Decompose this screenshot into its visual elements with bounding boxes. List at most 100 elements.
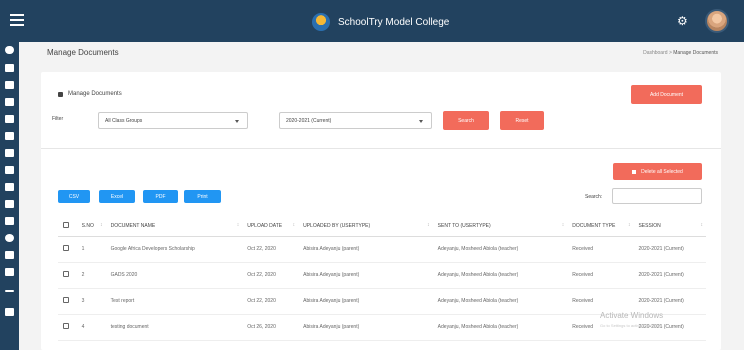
cell-upload-date: Oct 22, 2020	[242, 262, 299, 289]
cell-sno: 1	[76, 236, 106, 263]
column-header[interactable]: SESSION ↕	[633, 216, 706, 237]
cloud-icon[interactable]	[5, 46, 14, 54]
column-header[interactable]: DOCUMENT TYPE ↕	[567, 216, 634, 237]
search-button[interactable]: Search	[443, 111, 489, 130]
trash-icon	[632, 169, 637, 174]
avatar[interactable]	[705, 9, 729, 33]
cell-uploaded-by: Abisira Adeyanju (parent)	[298, 262, 433, 289]
class-group-value: All Class Groups	[105, 117, 143, 124]
top-bar: SchoolTry Model College ⚙	[0, 0, 744, 42]
table-row[interactable]: 1 Google Africa Developers Scholarship O…	[58, 236, 706, 263]
cell-document-name[interactable]: testing document	[105, 314, 243, 341]
users-icon[interactable]	[5, 81, 14, 89]
column-header[interactable]: UPLOADED BY (USERTYPE) ↕	[298, 216, 433, 237]
book-icon[interactable]	[5, 115, 14, 123]
table-header-row: S.NO ↕ DOCUMENT NAME ↕ UPLOAD DATE ↕ UPLOAD…	[58, 216, 706, 237]
row-checkbox[interactable]	[63, 271, 69, 277]
card-icon[interactable]	[5, 217, 14, 225]
cell-upload-date: Oct 22, 2020	[242, 288, 299, 315]
chevron-down-icon	[419, 120, 423, 123]
cell-session: 2020-2021 (Current)	[633, 262, 706, 289]
search-label: Search:	[585, 194, 603, 200]
cell-upload-date: Oct 26, 2020	[242, 314, 299, 341]
select-all-cell	[58, 216, 77, 237]
table-row[interactable]: 2 GADS 2020 Oct 22, 2020 Abisira Adeyanj…	[58, 262, 706, 289]
card-title: Manage Documents	[58, 91, 122, 97]
cell-uploaded-by: Abisira Adeyanju (parent)	[298, 288, 433, 315]
column-header[interactable]: UPLOAD DATE ↕	[242, 216, 299, 237]
app-title: SchoolTry Model College	[338, 16, 450, 28]
delete-all-label: Delete all Selected	[641, 168, 683, 175]
breadcrumb-home[interactable]: Dashboard	[643, 50, 667, 56]
cell-sent-to: Adeyanju, Mosheed Abiola (teacher)	[432, 288, 568, 315]
book-icon[interactable]	[5, 149, 14, 157]
cell-sent-to: Adeyanju, Mosheed Abiola (teacher)	[432, 314, 568, 341]
mail-icon[interactable]	[5, 308, 14, 316]
session-value: 2020-2021 (Current)	[286, 117, 332, 124]
cell-uploaded-by: Abisira Adeyanju (parent)	[298, 314, 433, 341]
file-icon[interactable]	[5, 200, 14, 208]
search-input[interactable]	[612, 188, 702, 204]
activate-windows-watermark: Activate Windows	[600, 311, 664, 320]
excel-button[interactable]: Excel	[99, 190, 135, 203]
sort-icon: ↕	[236, 222, 240, 228]
activate-windows-subtext: Go to Settings to activate Windows.	[600, 323, 664, 328]
cell-document-name[interactable]: Test report	[105, 288, 243, 315]
cell-document-name[interactable]: Google Africa Developers Scholarship	[105, 236, 243, 263]
school-logo	[312, 13, 330, 31]
add-document-button[interactable]: Add Document	[631, 85, 702, 104]
row-checkbox[interactable]	[63, 297, 69, 303]
cell-document-type: Received	[567, 236, 634, 263]
hat-icon[interactable]	[5, 98, 14, 106]
doc-icon[interactable]	[5, 251, 14, 259]
cell-sent-to: Adeyanju, Mosheed Abiola (teacher)	[432, 236, 568, 263]
documents-table: S.NO ↕ DOCUMENT NAME ↕ UPLOAD DATE ↕ UPLOAD…	[58, 216, 706, 341]
sort-icon: ↕	[700, 222, 704, 228]
user-icon[interactable]	[5, 183, 14, 191]
cell-sno: 2	[76, 262, 106, 289]
user-icon[interactable]	[5, 64, 14, 72]
cell-document-name[interactable]: GADS 2020	[105, 262, 243, 289]
row-select-cell	[58, 314, 77, 341]
info-icon[interactable]	[5, 234, 14, 242]
sidebar	[0, 42, 19, 350]
hamburger-icon[interactable]	[10, 14, 24, 26]
csv-button[interactable]: CSV	[58, 190, 90, 203]
column-header[interactable]: DOCUMENT NAME ↕	[105, 216, 243, 237]
print-button[interactable]: Print	[184, 190, 221, 203]
reset-button[interactable]: Reset	[500, 111, 544, 130]
session-select[interactable]: 2020-2021 (Current)	[279, 112, 432, 129]
gear-icon[interactable]: ⚙	[677, 15, 689, 27]
users-icon[interactable]	[5, 166, 14, 174]
row-select-cell	[58, 288, 77, 315]
monitor-icon[interactable]	[5, 268, 14, 276]
page-title: Manage Documents	[47, 48, 119, 57]
card-title-text: Manage Documents	[68, 91, 122, 97]
main-content: Manage Documents Dashboard > Manage Docu…	[19, 42, 744, 350]
document-icon	[58, 91, 63, 97]
row-select-cell	[58, 236, 77, 263]
file-icon[interactable]	[5, 132, 14, 140]
pdf-button[interactable]: PDF	[143, 190, 178, 203]
cell-sno: 3	[76, 288, 106, 315]
cell-uploaded-by: Abisira Adeyanju (parent)	[298, 236, 433, 263]
column-header[interactable]: SENT TO (USERTYPE) ↕	[432, 216, 568, 237]
column-header[interactable]: S.NO ↕	[76, 216, 106, 237]
select-all-checkbox[interactable]	[63, 221, 69, 228]
brand[interactable]: SchoolTry Model College	[312, 12, 449, 32]
documents-card: Manage Documents Add Document Filter All…	[41, 72, 721, 350]
minus-icon[interactable]	[5, 290, 14, 292]
row-checkbox[interactable]	[63, 323, 69, 329]
sort-icon: ↕	[100, 222, 103, 228]
row-checkbox[interactable]	[63, 245, 69, 251]
divider	[41, 148, 721, 149]
cell-sent-to: Adeyanju, Mosheed Abiola (teacher)	[432, 262, 568, 289]
breadcrumb-current: Manage Documents	[673, 50, 718, 56]
delete-all-selected-button[interactable]: Delete all Selected	[613, 163, 702, 180]
cell-session: 2020-2021 (Current)	[633, 236, 706, 263]
sort-icon: ↕	[292, 222, 296, 228]
class-group-select[interactable]: All Class Groups	[98, 112, 248, 129]
sort-icon: ↕	[427, 222, 430, 228]
breadcrumb-separator: >	[668, 50, 672, 56]
cell-upload-date: Oct 22, 2020	[242, 236, 299, 263]
